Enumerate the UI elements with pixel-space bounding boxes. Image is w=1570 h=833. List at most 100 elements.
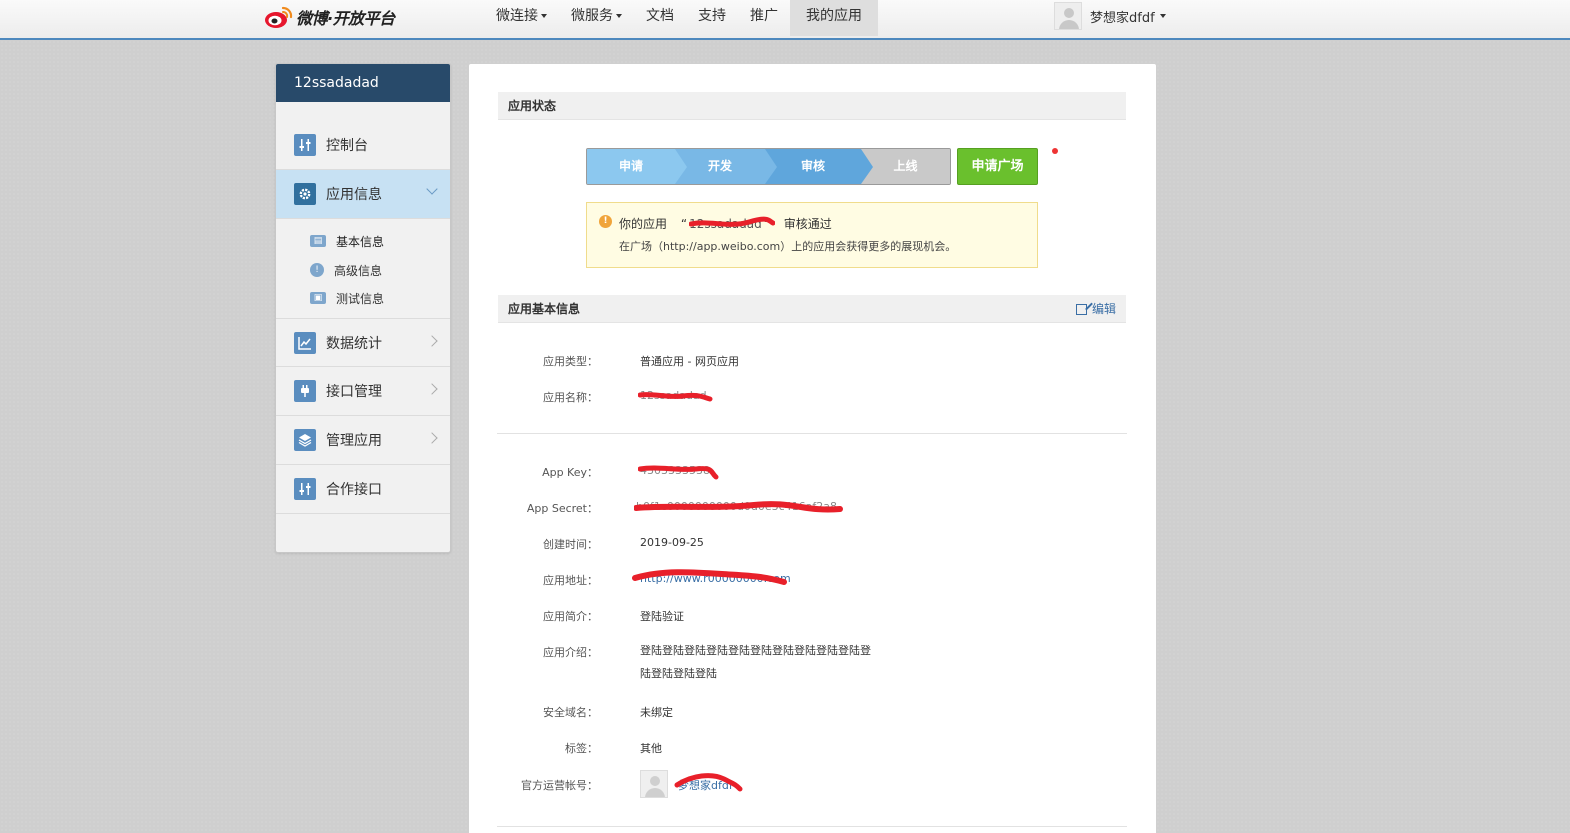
edit-icon — [1075, 303, 1087, 315]
logo-text: 微博·开放平台 — [296, 9, 395, 28]
field-app-address: 应用地址： http://www.r00000000.com — [498, 569, 1126, 592]
sidebar-item-label: 应用信息 — [326, 187, 382, 203]
notification-dot — [1052, 148, 1058, 154]
sidebar-subitem-test-info[interactable]: ▣ 测试信息 — [310, 289, 384, 307]
avatar — [640, 770, 668, 798]
field-label: 应用地址： — [543, 574, 598, 587]
sidebar-subitem-advanced-info[interactable]: ! 高级信息 — [310, 261, 382, 279]
section-title: 应用基本信息 — [508, 302, 581, 316]
id-card-icon: ▤ — [310, 235, 326, 247]
sidebar-item-label: 控制台 — [326, 138, 368, 154]
notice-line-2: 在广场（http://app.weibo.com）上的应用会获得更多的展现机会。 — [619, 240, 957, 253]
edit-label: 编辑 — [1091, 302, 1116, 316]
field-label: 应用类型： — [543, 355, 598, 368]
step-develop: 开发 — [675, 149, 777, 184]
nav-item-docs[interactable]: 文档 — [634, 0, 686, 36]
field-value: 4303333538 — [640, 464, 710, 477]
field-label: 官方运营帐号： — [521, 779, 598, 792]
sidebar-item-api-management[interactable]: 接口管理 — [276, 367, 450, 416]
chevron-right-icon — [426, 335, 438, 347]
field-value: 其他 — [640, 742, 662, 755]
edit-button[interactable]: 编辑 — [1075, 295, 1116, 323]
nav-item-micro-service[interactable]: 微服务 — [559, 0, 634, 36]
plug-icon — [294, 380, 316, 402]
apply-plaza-button[interactable]: 申请广场 — [957, 148, 1038, 185]
nav-label: 微服务 — [571, 8, 613, 24]
sidebar-item-manage-apps[interactable]: 管理应用 — [276, 416, 450, 465]
field-value: 登陆登陆登陆登陆登陆登陆登陆登陆登陆登陆登陆登陆登陆登陆 — [640, 644, 871, 680]
chevron-right-icon — [426, 432, 438, 444]
field-value: 2019-09-25 — [640, 536, 704, 549]
review-notice: ! 你的应用 “12ssadadad” 审核通过 在广场（http://app.… — [586, 202, 1038, 268]
caret-down-icon — [1159, 14, 1166, 18]
nav-item-support[interactable]: 支持 — [686, 0, 738, 36]
notice-suffix: 审核通过 — [783, 217, 832, 231]
step-apply: 申请 — [587, 149, 687, 184]
step-review: 审核 — [765, 149, 873, 184]
sliders-icon — [294, 134, 316, 156]
official-account-link[interactable]: 梦想家dfdf — [678, 777, 733, 793]
sidebar-app-name: 12ssadadad — [276, 64, 450, 102]
nav-item-my-apps[interactable]: 我的应用 — [790, 0, 878, 36]
caret-down-icon — [616, 14, 622, 18]
field-app-name: 应用名称： 12ssadadad — [498, 389, 1126, 409]
section-title: 应用状态 — [508, 99, 557, 113]
sidebar-item-app-info[interactable]: 应用信息 — [276, 170, 450, 219]
divider — [497, 826, 1127, 827]
nav-label: 文档 — [646, 8, 674, 24]
status-steps: 申请 开发 审核 上线 — [586, 148, 951, 185]
field-label: App Secret： — [526, 502, 598, 515]
field-label: 应用介绍： — [543, 646, 598, 659]
main-panel: 应用状态 申请 开发 审核 上线 申请广场 ! 你的应用 “12ssadadad… — [468, 63, 1157, 833]
field-value: 未绑定 — [640, 706, 673, 719]
field-value: b0f1c0000000000d0d0e3c416af2a8 — [636, 500, 838, 513]
sidebar-subitem-basic-info[interactable]: ▤ 基本信息 — [310, 232, 384, 250]
app-address-link[interactable]: http://www.r00000000.com — [640, 572, 791, 585]
sidebar-item-statistics[interactable]: 数据统计 — [276, 318, 450, 367]
field-label: 安全域名： — [543, 706, 598, 719]
field-label: App Key： — [542, 466, 598, 479]
user-menu[interactable]: 梦想家dfdf — [1054, 1, 1166, 31]
nav-label: 支持 — [698, 8, 726, 24]
sidebar-item-label: 数据统计 — [326, 335, 382, 352]
field-app-secret: App Secret： b0f1c0000000000d0d0e3c416af2… — [498, 500, 1126, 520]
field-app-intro: 应用介绍： 登陆登陆登陆登陆登陆登陆登陆登陆登陆登陆登陆登陆登陆登陆 — [498, 644, 1126, 690]
field-app-type: 应用类型： 普通应用 - 网页应用 — [498, 353, 1126, 373]
sidebar-item-label: 合作接口 — [326, 482, 382, 498]
step-online: 上线 — [861, 149, 950, 184]
info-icon: ! — [310, 263, 324, 277]
sidebar-item-console[interactable]: 控制台 — [276, 121, 450, 170]
divider — [497, 433, 1127, 434]
nav-label: 推广 — [750, 8, 778, 24]
sidebar-subitem-label: 高级信息 — [334, 263, 383, 278]
sidebar-subitem-label: 基本信息 — [336, 234, 385, 249]
sidebar-item-partner-api[interactable]: 合作接口 — [276, 465, 450, 514]
notice-prefix: 你的应用 — [619, 217, 668, 231]
field-app-key: App Key： 4303333538 — [498, 464, 1126, 484]
field-label: 创建时间： — [543, 538, 598, 551]
warning-icon: ! — [599, 215, 612, 228]
sidebar-item-label: 接口管理 — [326, 384, 382, 400]
layers-icon — [294, 429, 316, 451]
nav-item-promotion[interactable]: 推广 — [738, 0, 790, 36]
caret-down-icon — [541, 14, 547, 18]
field-label: 标签： — [565, 742, 598, 755]
field-label: 应用简介： — [543, 610, 598, 623]
app-status-header: 应用状态 — [498, 92, 1126, 120]
gear-icon — [294, 183, 316, 205]
notice-line-1: 你的应用 “12ssadadad” 审核通过 — [619, 217, 832, 231]
field-app-summary: 应用简介： 登陆验证 — [498, 608, 1126, 628]
field-safe-domain: 安全域名： 未绑定 — [498, 704, 1126, 724]
chevron-right-icon — [426, 383, 438, 395]
field-tags: 标签： 其他 — [498, 740, 1126, 760]
top-bar: 微博·开放平台 微连接 微服务 文档 支持 推广 我的应用 梦想家dfdf — [0, 0, 1570, 40]
avatar — [1054, 2, 1082, 30]
chevron-down-icon — [426, 183, 438, 195]
weibo-logo[interactable]: 微博·开放平台 — [264, 4, 395, 30]
nav-item-micro-connect[interactable]: 微连接 — [484, 0, 559, 36]
field-value: 普通应用 - 网页应用 — [640, 355, 739, 368]
contact-card-icon: ▣ — [310, 292, 326, 304]
chart-icon — [294, 331, 316, 354]
sidebar-item-label: 管理应用 — [326, 433, 382, 449]
weibo-eye-icon — [264, 5, 294, 29]
